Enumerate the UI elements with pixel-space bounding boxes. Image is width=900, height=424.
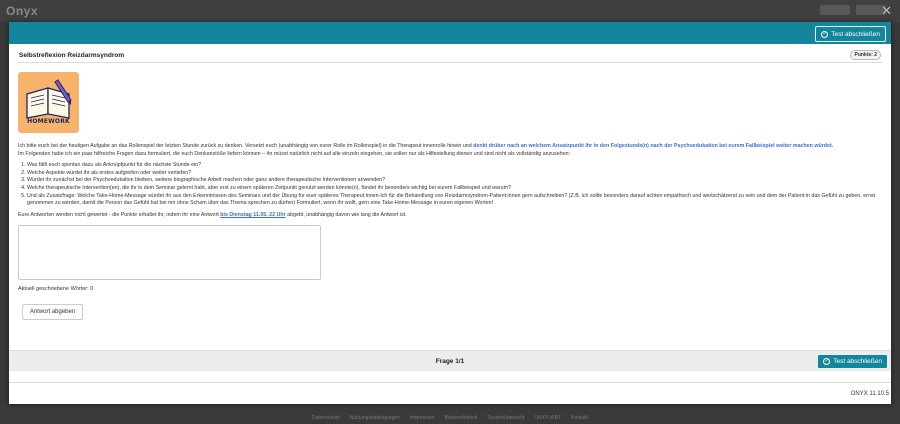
question-header: Selbstreflexion Reizdarmsyndrom Punkte: …	[17, 48, 883, 63]
version-label: ONYX 11.10.5	[850, 390, 889, 397]
question-text: Ich bitte euch bei der heutigen Aufgabe …	[17, 143, 883, 219]
check-circle-icon: ✓	[821, 30, 829, 38]
finish-test-label: Test abschließen	[831, 30, 880, 38]
background-pill	[820, 5, 850, 15]
finish-test-button[interactable]: ✓ Test abschließen	[815, 26, 886, 42]
question-nav-bar: Frage 1/1 ✓ Test abschließen	[9, 350, 891, 371]
pagination-label: Frage 1/1	[435, 357, 465, 365]
close-icon[interactable]: ✕	[881, 4, 892, 17]
modal-footer: ONYX 11.10.5	[9, 382, 891, 404]
homework-caption: HOMEWORK	[27, 118, 70, 125]
answer-textarea[interactable]	[18, 225, 321, 281]
app-logo: Onyx	[6, 4, 39, 18]
background-topbar-controls	[820, 5, 886, 15]
grading-paragraph: Eure Antworten werden nicht gewertet - d…	[18, 212, 883, 220]
submit-answer-button[interactable]: Antwort abgeben	[22, 304, 83, 321]
footer-link[interactable]: Datenschutz	[312, 415, 340, 421]
grading-text-end: abgebt, unabhängig davon wie lang die An…	[285, 211, 407, 218]
list-item: Welche therapeutische Intervention(en), …	[27, 185, 883, 193]
question-title: Selbstreflexion Reizdarmsyndrom	[19, 51, 125, 59]
list-item: Würdet ihr zunächst bei der Psychoedukat…	[27, 177, 883, 185]
finish-test-label: Test abschließen	[833, 358, 882, 365]
guiding-questions-list: Was fällt euch spontan dazu als Anknüpfp…	[18, 162, 883, 208]
test-modal: ✓ Test abschließen Selbstreflexion Reizd…	[9, 22, 891, 404]
footer-link[interactable]: ONYX WBT	[534, 415, 561, 421]
points-badge: Punkte: 2	[850, 50, 881, 60]
list-item: Was fällt euch spontan dazu als Anknüpfp…	[27, 162, 883, 170]
footer-link[interactable]: Kontakt	[571, 415, 588, 421]
intro-paragraph: Ich bitte euch bei der heutigen Aufgabe …	[18, 143, 883, 158]
footer-link[interactable]: Impressum	[410, 415, 435, 421]
list-item: Welche Aspekte würdet ihr als erstes auf…	[27, 170, 883, 178]
deadline-link: bis Dienstag 11.05. 22 Uhr	[220, 211, 286, 218]
footer-link[interactable]: Systemübersicht	[487, 415, 524, 421]
homework-image: HOMEWORK	[18, 72, 79, 133]
modal-header: ✓ Test abschließen	[9, 22, 891, 44]
intro-text: Ich bitte euch bei der heutigen Aufgabe …	[18, 143, 474, 149]
list-item: Und als Zusatzfrage: Welche Take-Home-Me…	[27, 193, 883, 208]
modal-body: Selbstreflexion Reizdarmsyndrom Punkte: …	[9, 48, 891, 321]
check-circle-icon: ✓	[823, 358, 831, 365]
intro-text-line2: Im Folgenden habe ich ein paar hilfreich…	[18, 150, 571, 157]
intro-highlight: denkt drüber nach an welchem Ansatzpunkt…	[473, 143, 834, 149]
background-topbar: Onyx ✕	[0, 0, 900, 22]
finish-test-button-bottom[interactable]: ✓ Test abschließen	[817, 354, 888, 369]
footer-link[interactable]: Barrierefreiheit	[445, 415, 478, 421]
background-footer: Datenschutz Nutzungsbedingungen Impressu…	[0, 411, 900, 424]
grading-text: Eure Antworten werden nicht gewertet - d…	[18, 211, 221, 218]
word-count: Aktuell geschriebene Wörter: 0	[18, 286, 94, 293]
footer-link[interactable]: Nutzungsbedingungen	[350, 415, 400, 421]
